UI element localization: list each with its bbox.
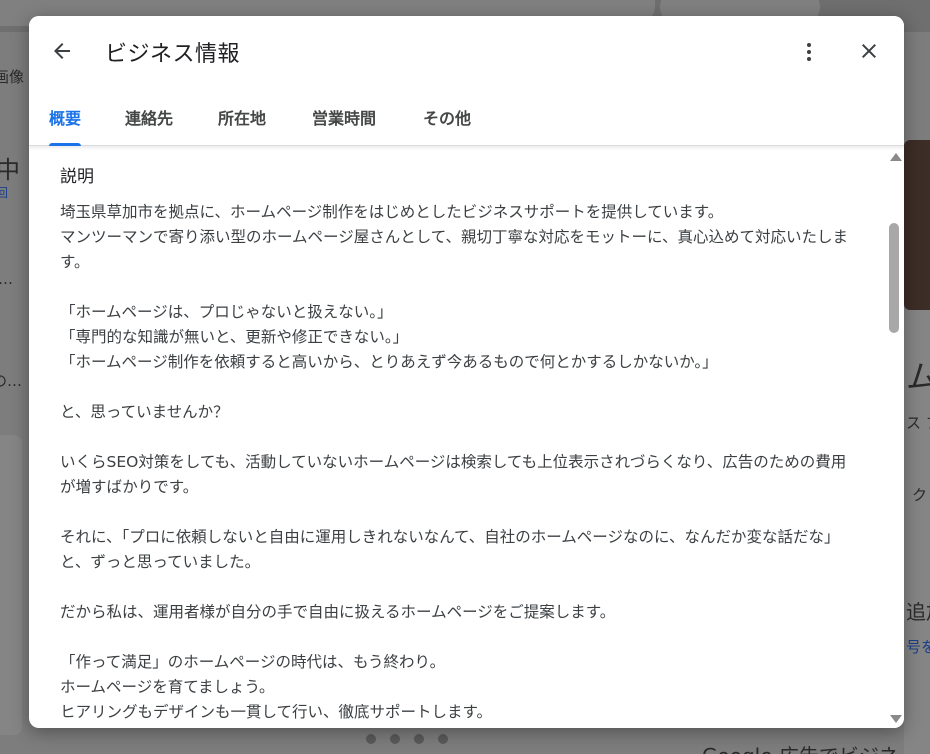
background-photo: [904, 140, 930, 310]
background-link: 回: [0, 186, 9, 200]
scrollbar-thumb[interactable]: [889, 223, 899, 333]
background-link: 号を: [906, 638, 930, 656]
dialog-title: ビジネス情報: [105, 42, 241, 67]
background-dot: [366, 734, 376, 744]
tab-bar: 概要 連絡先 所在地 営業時間 その他: [29, 100, 904, 146]
scroll-up-arrow-icon[interactable]: [890, 153, 902, 161]
tab-overview[interactable]: 概要: [49, 100, 82, 146]
background-text: 追加: [906, 600, 930, 624]
dialog-content: 説明 埼玉県草加市を拠点に、ホームページ制作をはじめとしたビジネスサポートを提供…: [29, 147, 889, 728]
tab-location[interactable]: 所在地: [218, 100, 266, 146]
tab-hours[interactable]: 営業時間: [312, 100, 376, 146]
background-text: …: [0, 270, 13, 288]
background-text: の…: [0, 372, 23, 390]
back-button[interactable]: [46, 35, 78, 67]
close-icon: [862, 44, 876, 58]
background-dot: [390, 734, 400, 744]
background-text: 中: [0, 156, 20, 184]
background-pagination: [350, 728, 470, 750]
background-dot: [438, 734, 448, 744]
tab-label: 営業時間: [312, 109, 377, 128]
background-text: Google 広告でビジネ: [702, 740, 899, 754]
background-card: [0, 435, 22, 735]
background-dot: [414, 734, 424, 744]
scroll-down-arrow-icon[interactable]: [890, 715, 902, 723]
tab-contact[interactable]: 連絡先: [125, 100, 173, 146]
tab-label: 概要: [49, 109, 82, 128]
more-vert-icon: [807, 43, 811, 61]
tab-more[interactable]: その他: [423, 100, 471, 146]
background-text: ス プ: [906, 414, 930, 432]
background-text: ム: [906, 358, 930, 396]
close-button[interactable]: [853, 35, 885, 67]
scrollbar[interactable]: [887, 147, 904, 728]
business-description: 埼玉県草加市を拠点に、ホームページ制作をはじめとしたビジネスサポートを提供してい…: [60, 203, 849, 721]
arrow-back-icon: [54, 43, 70, 59]
tab-label: その他: [423, 109, 472, 128]
active-tab-indicator: [49, 143, 82, 146]
background-text: 画像: [0, 68, 25, 86]
tab-label: 所在地: [218, 109, 267, 128]
business-info-dialog: ビジネス情報 概要 連絡先 所在地 営業時間 その他 説明 埼玉県草加市を拠点に…: [29, 16, 904, 728]
more-options-button[interactable]: [795, 36, 823, 68]
section-title: 説明: [60, 167, 94, 187]
tab-label: 連絡先: [125, 109, 174, 128]
dialog-header: ビジネス情報 概要 連絡先 所在地 営業時間 その他: [29, 16, 904, 146]
background-text: ク: [912, 486, 928, 504]
